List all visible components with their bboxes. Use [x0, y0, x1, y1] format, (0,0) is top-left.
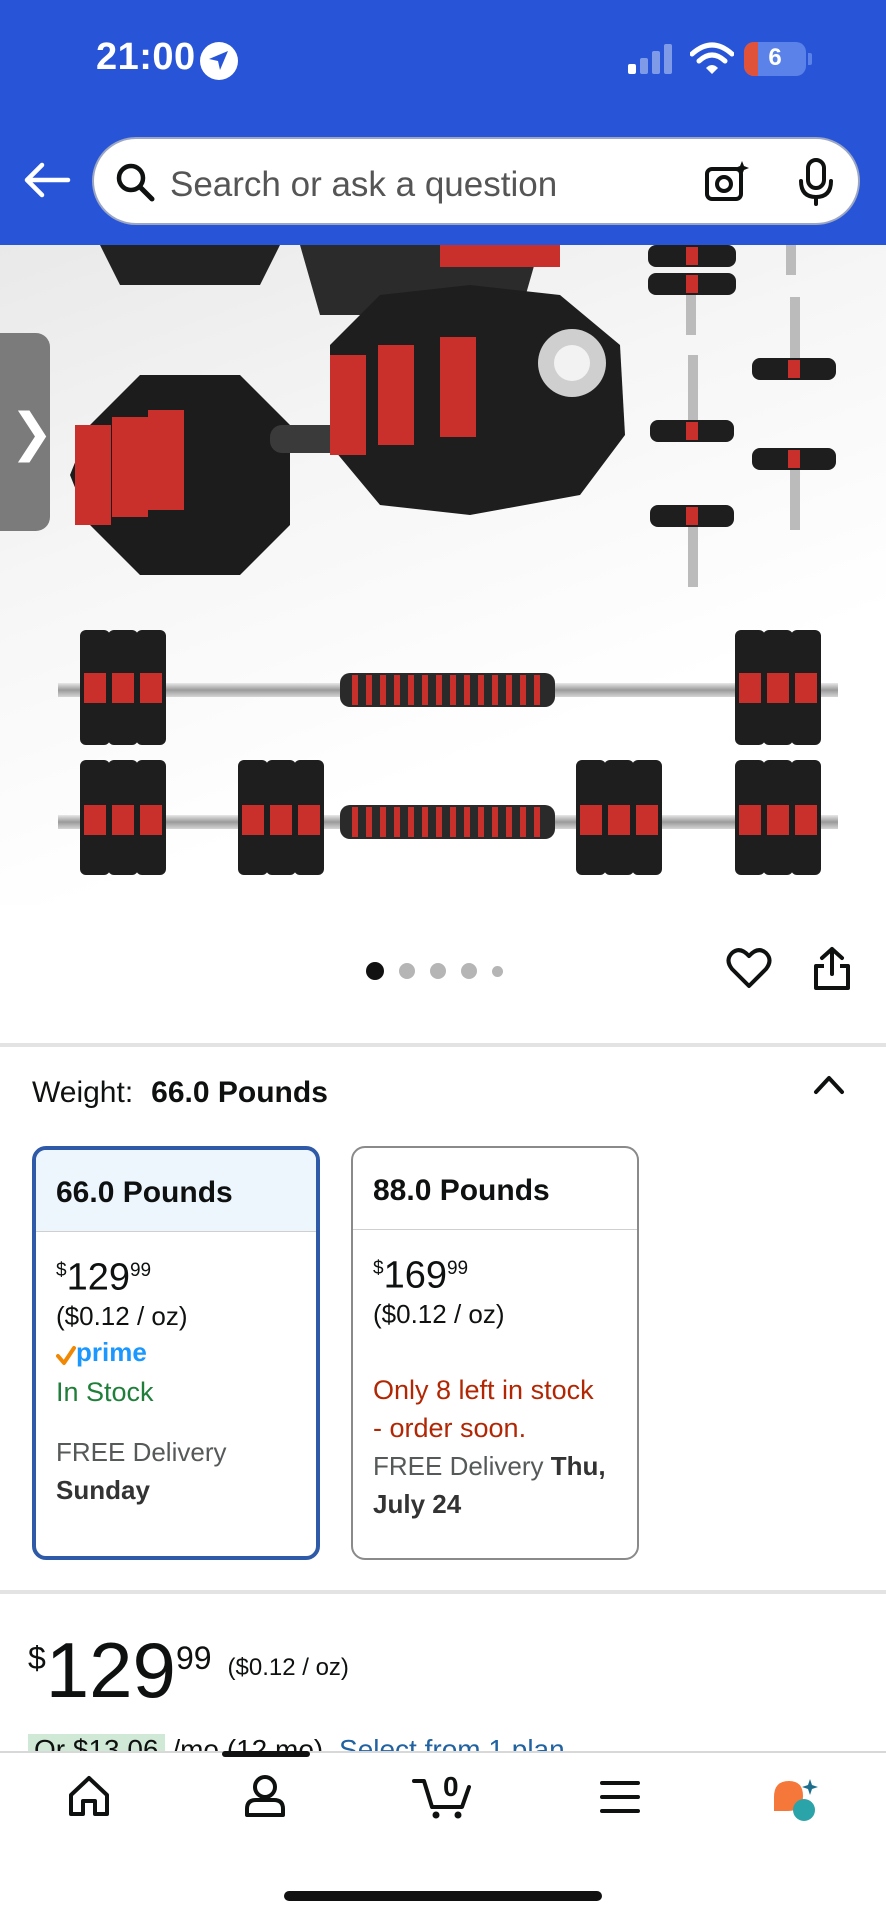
battery-level: 6 — [768, 44, 782, 71]
product-image — [58, 245, 838, 875]
product-image-gallery[interactable] — [0, 245, 886, 905]
home-indicator — [284, 1891, 602, 1901]
option-delivery-date: July 24 — [373, 1488, 462, 1519]
microphone-icon[interactable] — [796, 157, 836, 207]
pagination-dot[interactable] — [366, 962, 384, 980]
status-time: 21:00 — [96, 36, 196, 78]
option-price: $16999 — [373, 1254, 469, 1297]
buybox-price: $12999 ($0.12 / oz) — [28, 1626, 349, 1714]
variation-label: Weight: 66.0 Pounds — [32, 1076, 328, 1110]
buybox-unit-price: ($0.12 / oz) — [227, 1654, 349, 1681]
variation-option-66lb[interactable]: 66.0 Pounds $12999 ($0.12 / oz) prime In… — [32, 1146, 320, 1560]
active-tab-indicator — [222, 1751, 310, 1757]
chevron-up-icon[interactable] — [812, 1072, 846, 1098]
divider — [0, 1590, 886, 1594]
option-delivery-date: Sunday — [56, 1474, 150, 1505]
back-arrow-icon[interactable] — [22, 160, 72, 200]
account-icon[interactable] — [242, 1773, 288, 1819]
variation-selected-value: 66.0 Pounds — [151, 1076, 328, 1109]
option-stock-status-cont: - order soon. — [373, 1412, 527, 1443]
option-title: 88.0 Pounds — [353, 1148, 637, 1230]
svg-text:prime: prime — [76, 1337, 147, 1367]
cart-count: 0 — [443, 1771, 459, 1802]
search-input[interactable]: Search or ask a question — [170, 165, 557, 205]
cellular-signal-icon — [628, 44, 672, 74]
option-delivery-prefix: FREE Delivery — [56, 1436, 227, 1467]
variation-name: Weight: — [32, 1076, 134, 1109]
side-panel-toggle[interactable]: ❯ — [0, 333, 54, 531]
wifi-icon — [690, 42, 734, 74]
variation-option-88lb[interactable]: 88.0 Pounds $16999 ($0.12 / oz) Only 8 l… — [351, 1146, 639, 1560]
prime-logo: prime — [56, 1337, 147, 1367]
app-header: 21:00 6 Search or ask a question — [0, 0, 886, 245]
image-pagination-dots — [366, 962, 518, 984]
home-icon[interactable] — [66, 1773, 112, 1819]
pagination-dot[interactable] — [430, 963, 446, 979]
option-unit-price: ($0.12 / oz) — [56, 1300, 188, 1331]
rufus-assistant-icon[interactable] — [770, 1777, 822, 1823]
heart-icon[interactable] — [726, 946, 772, 992]
pagination-dot[interactable] — [492, 965, 503, 977]
search-icon — [116, 163, 155, 202]
share-icon[interactable] — [810, 946, 854, 992]
pagination-dot[interactable] — [461, 963, 477, 979]
option-stock-status: Only 8 left in stock — [373, 1374, 594, 1405]
option-stock-status: In Stock — [56, 1376, 154, 1407]
pagination-dot[interactable] — [399, 963, 415, 979]
option-unit-price: ($0.12 / oz) — [373, 1298, 505, 1329]
camera-lens-icon[interactable] — [704, 159, 750, 205]
option-price: $12999 — [56, 1256, 152, 1299]
option-delivery: FREE Delivery Thu, — [373, 1450, 606, 1481]
chevron-right-icon: ❯ — [10, 403, 54, 463]
search-bar[interactable]: Search or ask a question — [92, 137, 860, 225]
option-title: 66.0 Pounds — [36, 1150, 316, 1232]
battery-icon: 6 — [744, 42, 806, 76]
location-arrow-icon — [200, 42, 238, 80]
divider — [0, 1043, 886, 1047]
menu-icon[interactable] — [600, 1779, 640, 1815]
